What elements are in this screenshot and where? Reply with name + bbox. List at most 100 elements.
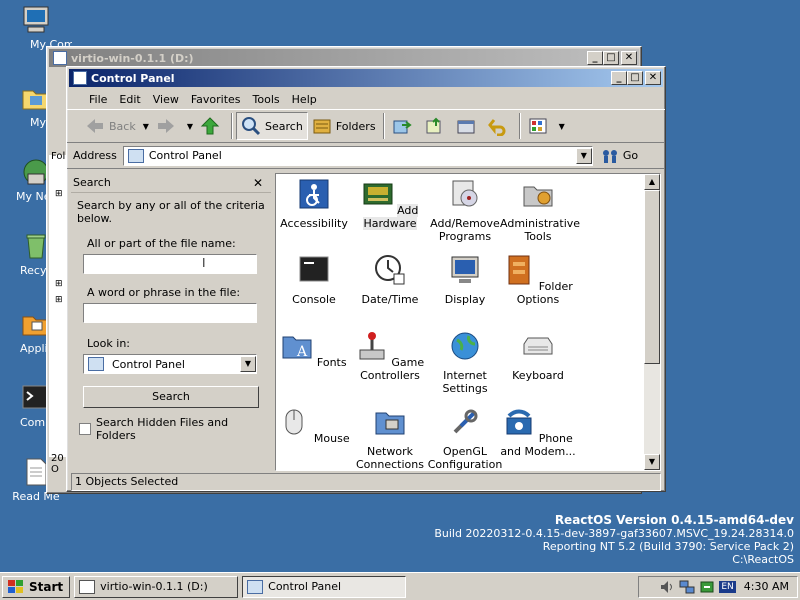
scroll-up-icon[interactable]: ▲ bbox=[644, 174, 660, 190]
folder-options-icon bbox=[508, 255, 530, 285]
hidden-files-option[interactable]: Search Hidden Files and Folders bbox=[79, 416, 271, 442]
undo-button[interactable] bbox=[484, 112, 516, 140]
close-button[interactable]: ✕ bbox=[645, 71, 661, 85]
folders-button-label: Folders bbox=[335, 119, 376, 133]
views-button[interactable] bbox=[524, 112, 556, 140]
clock[interactable]: 4:30 AM bbox=[744, 580, 789, 593]
back-arrow-icon bbox=[87, 119, 103, 133]
minimize-button[interactable]: _ bbox=[611, 71, 627, 85]
vertical-scrollbar[interactable]: ▲ ▼ bbox=[644, 174, 660, 470]
control-panel-icon bbox=[88, 357, 104, 371]
cp-item-phone-and-modem[interactable]: Phone and Modem... bbox=[500, 406, 576, 458]
cp-item-add-remove-programs[interactable]: Add/Remove Programs bbox=[427, 178, 503, 243]
undo-icon bbox=[487, 119, 506, 136]
scroll-down-icon[interactable]: ▼ bbox=[644, 454, 660, 470]
language-indicator[interactable]: EN bbox=[719, 580, 736, 593]
clock-icon bbox=[375, 255, 405, 285]
menu-view[interactable]: View bbox=[147, 93, 185, 106]
menu-favorites[interactable]: Favorites bbox=[185, 93, 247, 106]
look-in-select[interactable]: Control Panel ▼ bbox=[83, 354, 257, 374]
cp-item-administrative-tools[interactable]: Administrative Tools bbox=[500, 178, 580, 243]
maximize-button[interactable]: □ bbox=[603, 51, 619, 65]
forward-button[interactable] bbox=[152, 112, 184, 140]
cp-item-date-time[interactable]: Date/Time bbox=[352, 254, 428, 306]
cp-item-console[interactable]: Console bbox=[276, 254, 352, 306]
back-button[interactable]: Back bbox=[81, 112, 140, 140]
cp-item-opengl-configuration[interactable]: OpenGL Configuration bbox=[427, 406, 503, 471]
move-to-button[interactable] bbox=[388, 112, 420, 140]
toolbar-separator bbox=[518, 113, 521, 139]
menu-tools[interactable]: Tools bbox=[247, 93, 286, 106]
back-label: Back bbox=[109, 119, 136, 133]
forward-dropdown-icon[interactable]: ▼ bbox=[187, 122, 193, 131]
start-button[interactable]: Start bbox=[2, 575, 71, 598]
cp-item-keyboard[interactable]: Keyboard bbox=[500, 330, 576, 382]
up-button[interactable] bbox=[196, 112, 228, 140]
safely-remove-hardware-icon[interactable] bbox=[699, 579, 715, 595]
background-window-titlebar[interactable]: virtio-win-0.1.1 (D:) _ □ ✕ bbox=[49, 49, 639, 67]
taskbar-button-control-panel[interactable]: Control Panel bbox=[242, 575, 407, 598]
status-text: 1 Objects Selected bbox=[75, 475, 179, 488]
menu-bar: File Edit View Favorites Tools Help bbox=[67, 89, 665, 109]
control-panel-titlebar[interactable]: Control Panel _ □ ✕ bbox=[69, 69, 663, 87]
menu-file[interactable]: File bbox=[83, 93, 113, 106]
hidden-files-checkbox[interactable] bbox=[79, 423, 91, 435]
keyboard-icon bbox=[523, 337, 553, 355]
menu-help[interactable]: Help bbox=[286, 93, 323, 106]
views-dropdown-icon[interactable]: ▼ bbox=[559, 122, 565, 131]
reporting-string: Reporting NT 5.2 (Build 3790: Service Pa… bbox=[542, 540, 794, 553]
control-panel-content[interactable]: Accessibility Add Hardware Add/Remove Pr… bbox=[275, 173, 661, 471]
back-dropdown-icon[interactable]: ▼ bbox=[143, 122, 149, 131]
start-logo-icon bbox=[8, 579, 23, 593]
go-button[interactable]: Go bbox=[601, 148, 638, 164]
file-name-input[interactable]: I bbox=[83, 254, 257, 274]
tree-expand-icon[interactable]: ⊞ bbox=[55, 189, 63, 199]
address-combo[interactable]: Control Panel ▼ bbox=[122, 145, 593, 166]
network-status-icon[interactable] bbox=[679, 579, 695, 595]
cp-item-network-connections[interactable]: Network Connections bbox=[352, 406, 428, 471]
cp-item-internet-settings[interactable]: Internet Settings bbox=[427, 330, 503, 395]
volume-icon[interactable] bbox=[659, 579, 675, 595]
maximize-button[interactable]: □ bbox=[627, 71, 643, 85]
close-icon[interactable]: ✕ bbox=[251, 176, 265, 190]
hardware-icon bbox=[363, 183, 393, 205]
minimize-button[interactable]: _ bbox=[587, 51, 603, 65]
address-value: Control Panel bbox=[148, 149, 222, 162]
up-arrow-icon bbox=[200, 117, 220, 135]
scroll-thumb[interactable] bbox=[644, 190, 660, 364]
cp-item-accessibility[interactable]: Accessibility bbox=[276, 178, 352, 230]
search-submit-button[interactable]: Search bbox=[83, 386, 259, 408]
start-label: Start bbox=[29, 579, 64, 594]
look-in-dropdown-icon[interactable]: ▼ bbox=[240, 356, 256, 372]
cp-item-folder-options[interactable]: Folder Options bbox=[500, 254, 576, 306]
delete-button[interactable] bbox=[452, 112, 484, 140]
network-icon bbox=[375, 412, 405, 435]
system-tray: EN 4:30 AM bbox=[638, 575, 798, 598]
close-button[interactable]: ✕ bbox=[621, 51, 637, 65]
search-icon bbox=[242, 117, 261, 136]
drive-icon bbox=[79, 579, 96, 594]
cp-item-fonts[interactable]: A Fonts bbox=[276, 330, 352, 369]
phrase-input[interactable] bbox=[83, 303, 257, 323]
taskbar-button-virtio[interactable]: virtio-win-0.1.1 (D:) bbox=[74, 575, 239, 598]
menu-edit[interactable]: Edit bbox=[113, 93, 146, 106]
desktop-icon-my-computer[interactable]: My Computer bbox=[0, 4, 72, 51]
control-panel-window[interactable]: Control Panel _ □ ✕ File Edit View Favor… bbox=[66, 66, 666, 492]
folders-button[interactable]: Folders bbox=[308, 112, 380, 140]
address-dropdown-icon[interactable]: ▼ bbox=[575, 147, 592, 164]
tree-expand-icon[interactable]: ⊞ bbox=[55, 279, 63, 289]
computer-icon bbox=[20, 4, 52, 36]
tree-expand-icon[interactable]: ⊞ bbox=[55, 295, 63, 305]
search-criteria-text: Search by any or all of the criteria bel… bbox=[77, 199, 265, 225]
cp-item-display[interactable]: Display bbox=[427, 254, 503, 306]
tools-icon bbox=[453, 409, 478, 434]
delete-icon bbox=[457, 120, 475, 134]
search-button-label: Search bbox=[265, 119, 303, 133]
cp-item-mouse[interactable]: Mouse bbox=[276, 406, 352, 445]
control-panel-icon bbox=[73, 71, 87, 85]
search-button[interactable]: Search bbox=[236, 112, 308, 140]
background-folders-label: Fol bbox=[51, 151, 66, 162]
cp-item-add-hardware[interactable]: Add Hardware bbox=[352, 178, 428, 230]
copy-to-button[interactable] bbox=[420, 112, 452, 140]
cp-item-game-controllers[interactable]: Game Controllers bbox=[352, 330, 428, 382]
